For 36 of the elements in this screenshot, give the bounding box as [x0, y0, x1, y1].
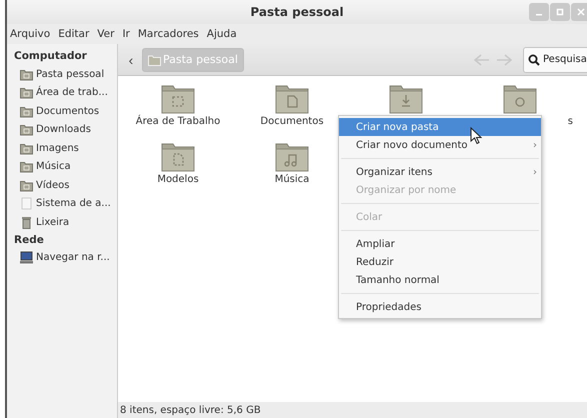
back-button[interactable]: ‹	[122, 52, 140, 68]
menu-item[interactable]: Ajuda	[204, 28, 242, 40]
sidebar-heading: Computador	[13, 49, 88, 64]
context-menu-item[interactable]: Organizar itens ›	[339, 163, 541, 181]
context-menu-item[interactable]: Ampliar	[339, 235, 541, 253]
sidebar-item[interactable]: Pasta pessoal	[7, 65, 117, 84]
submenu-arrow-icon: ›	[533, 140, 537, 150]
search-button[interactable]: Pesquisa	[523, 46, 587, 72]
context-menu-item[interactable]: Reduzir	[339, 253, 541, 271]
file-name: s	[568, 116, 573, 127]
sidebar-item[interactable]: Imagens	[7, 139, 117, 158]
file-name: Área de Trabalho	[136, 116, 220, 127]
menu-item[interactable]: Marcadores	[134, 28, 204, 40]
sidebar-item[interactable]: Lixeira	[7, 213, 117, 232]
sidebar-item[interactable]: Downloads	[7, 120, 117, 139]
menu-item[interactable]: Ir	[119, 28, 135, 40]
status-bar: 8 itens, espaço livre: 5,6 GB	[118, 402, 587, 418]
sidebar-item[interactable]: Área de trab...	[7, 84, 117, 102]
window-title: Pasta pessoal	[250, 5, 344, 19]
file-name: Modelos	[157, 174, 199, 185]
context-menu-item[interactable]: Criar nova pasta	[339, 118, 541, 136]
menu-item[interactable]: Editar	[55, 28, 94, 40]
sidebar-item[interactable]: Documentos	[7, 102, 117, 120]
context-menu-item[interactable]: Criar novo documento ›	[339, 136, 541, 154]
sidebar-heading: Rede	[13, 232, 45, 248]
sidebar-item[interactable]: Navegar na r...	[7, 248, 117, 267]
context-menu-item[interactable]: Tamanho normal	[339, 271, 541, 289]
file-name: Documentos	[260, 116, 324, 127]
sidebar-item[interactable]: Música	[7, 158, 117, 176]
submenu-arrow-icon: ›	[533, 166, 537, 178]
context-menu-item[interactable]: Propriedades	[339, 298, 541, 316]
menu-item[interactable]: Ver	[94, 28, 120, 40]
sidebar-item[interactable]: Sistema de a...	[7, 194, 117, 213]
menu-item[interactable]: Arquivo	[7, 28, 56, 40]
sidebar-item[interactable]: Vídeos	[7, 176, 117, 194]
file-name: Música	[274, 174, 310, 185]
